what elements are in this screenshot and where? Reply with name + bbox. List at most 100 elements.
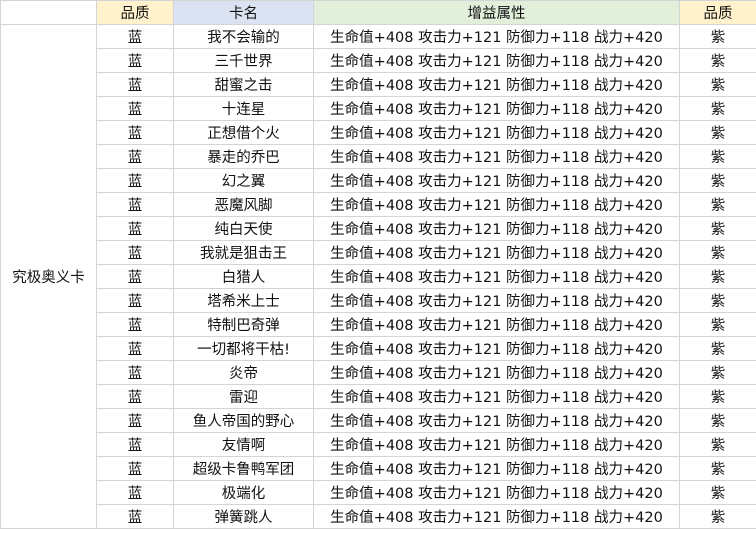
card-name-cell[interactable]: 三千世界 bbox=[173, 48, 314, 73]
quality-right-cell[interactable]: 紫 bbox=[679, 264, 756, 289]
quality-cell[interactable]: 蓝 bbox=[96, 480, 174, 505]
card-name-cell[interactable]: 友情啊 bbox=[173, 432, 314, 457]
quality-cell[interactable]: 蓝 bbox=[96, 360, 174, 385]
card-name-cell[interactable]: 雷迎 bbox=[173, 384, 314, 409]
attribute-cell[interactable]: 生命值+408 攻击力+121 防御力+118 战力+420 bbox=[313, 144, 680, 169]
table-row: 蓝友情啊 生命值+408 攻击力+121 防御力+118 战力+420 紫 bbox=[1, 432, 756, 457]
attribute-cell[interactable]: 生命值+408 攻击力+121 防御力+118 战力+420 bbox=[313, 264, 680, 289]
attribute-cell[interactable]: 生命值+408 攻击力+121 防御力+118 战力+420 bbox=[313, 192, 680, 217]
attribute-cell[interactable]: 生命值+408 攻击力+121 防御力+118 战力+420 bbox=[313, 96, 680, 121]
quality-right-cell[interactable]: 紫 bbox=[679, 120, 756, 145]
quality-cell[interactable]: 蓝 bbox=[96, 456, 174, 481]
quality-cell[interactable]: 蓝 bbox=[96, 96, 174, 121]
card-name-cell[interactable]: 极端化 bbox=[173, 480, 314, 505]
card-name-cell[interactable]: 白猎人 bbox=[173, 264, 314, 289]
quality-cell[interactable]: 蓝 bbox=[96, 240, 174, 265]
quality-right-cell[interactable]: 紫 bbox=[679, 72, 756, 97]
quality-right-cell[interactable]: 紫 bbox=[679, 216, 756, 241]
quality-right-cell[interactable]: 紫 bbox=[679, 480, 756, 505]
quality-right-cell[interactable]: 紫 bbox=[679, 384, 756, 409]
card-name-cell[interactable]: 幻之翼 bbox=[173, 168, 314, 193]
table-row: 蓝纯白天使 生命值+408 攻击力+121 防御力+118 战力+420 紫 bbox=[1, 216, 756, 241]
attribute-cell[interactable]: 生命值+408 攻击力+121 防御力+118 战力+420 bbox=[313, 336, 680, 361]
quality-right-cell[interactable]: 紫 bbox=[679, 336, 756, 361]
header-row: 品质 卡名 增益属性 品质 bbox=[0, 0, 756, 25]
table-row: 蓝十连星 生命值+408 攻击力+121 防御力+118 战力+420 紫 bbox=[1, 96, 756, 121]
quality-cell[interactable]: 蓝 bbox=[96, 24, 174, 49]
quality-right-cell[interactable]: 紫 bbox=[679, 504, 756, 529]
card-name-cell[interactable]: 鱼人帝国的野心 bbox=[173, 408, 314, 433]
attribute-cell[interactable]: 生命值+408 攻击力+121 防御力+118 战力+420 bbox=[313, 480, 680, 505]
quality-right-cell[interactable]: 紫 bbox=[679, 48, 756, 73]
attribute-cell[interactable]: 生命值+408 攻击力+121 防御力+118 战力+420 bbox=[313, 216, 680, 241]
card-name-cell[interactable]: 正想借个火 bbox=[173, 120, 314, 145]
quality-right-cell[interactable]: 紫 bbox=[679, 456, 756, 481]
card-name-cell[interactable]: 弹簧跳人 bbox=[173, 504, 314, 529]
quality-cell[interactable]: 蓝 bbox=[96, 144, 174, 169]
quality-cell[interactable]: 蓝 bbox=[96, 168, 174, 193]
quality-right-cell[interactable]: 紫 bbox=[679, 408, 756, 433]
quality-cell[interactable]: 蓝 bbox=[96, 384, 174, 409]
attribute-cell[interactable]: 生命值+408 攻击力+121 防御力+118 战力+420 bbox=[313, 360, 680, 385]
header-card-name[interactable]: 卡名 bbox=[173, 0, 314, 25]
card-name-cell[interactable]: 甜蜜之击 bbox=[173, 72, 314, 97]
attribute-cell[interactable]: 生命值+408 攻击力+121 防御力+118 战力+420 bbox=[313, 48, 680, 73]
attribute-cell[interactable]: 生命值+408 攻击力+121 防御力+118 战力+420 bbox=[313, 384, 680, 409]
quality-cell[interactable]: 蓝 bbox=[96, 312, 174, 337]
header-quality[interactable]: 品质 bbox=[96, 0, 174, 25]
attribute-cell[interactable]: 生命值+408 攻击力+121 防御力+118 战力+420 bbox=[313, 408, 680, 433]
card-name-cell[interactable]: 暴走的乔巴 bbox=[173, 144, 314, 169]
quality-right-cell[interactable]: 紫 bbox=[679, 432, 756, 457]
card-name-cell[interactable]: 我不会输的 bbox=[173, 24, 314, 49]
header-quality-right[interactable]: 品质 bbox=[679, 0, 756, 25]
quality-right-cell[interactable]: 紫 bbox=[679, 240, 756, 265]
quality-right-cell[interactable]: 紫 bbox=[679, 24, 756, 49]
table-row: 蓝特制巴奇弹 生命值+408 攻击力+121 防御力+118 战力+420 紫 bbox=[1, 312, 756, 337]
quality-cell[interactable]: 蓝 bbox=[96, 288, 174, 313]
attribute-cell[interactable]: 生命值+408 攻击力+121 防御力+118 战力+420 bbox=[313, 24, 680, 49]
quality-cell[interactable]: 蓝 bbox=[96, 120, 174, 145]
attribute-cell[interactable]: 生命值+408 攻击力+121 防御力+118 战力+420 bbox=[313, 168, 680, 193]
attribute-cell[interactable]: 生命值+408 攻击力+121 防御力+118 战力+420 bbox=[313, 120, 680, 145]
quality-cell[interactable]: 蓝 bbox=[96, 264, 174, 289]
quality-cell[interactable]: 蓝 bbox=[96, 72, 174, 97]
attribute-cell[interactable]: 生命值+408 攻击力+121 防御力+118 战力+420 bbox=[313, 504, 680, 529]
quality-right-cell[interactable]: 紫 bbox=[679, 192, 756, 217]
quality-cell[interactable]: 蓝 bbox=[96, 336, 174, 361]
quality-right-cell[interactable]: 紫 bbox=[679, 288, 756, 313]
header-bonus-attributes[interactable]: 增益属性 bbox=[313, 0, 680, 25]
table-row: 蓝弹簧跳人 生命值+408 攻击力+121 防御力+118 战力+420 紫 bbox=[1, 504, 756, 529]
attribute-cell[interactable]: 生命值+408 攻击力+121 防御力+118 战力+420 bbox=[313, 72, 680, 97]
card-name-cell[interactable]: 超级卡鲁鸭军团 bbox=[173, 456, 314, 481]
quality-right-cell[interactable]: 紫 bbox=[679, 144, 756, 169]
quality-cell[interactable]: 蓝 bbox=[96, 408, 174, 433]
quality-cell[interactable]: 蓝 bbox=[96, 432, 174, 457]
card-name-cell[interactable]: 我就是狙击王 bbox=[173, 240, 314, 265]
attribute-cell[interactable]: 生命值+408 攻击力+121 防御力+118 战力+420 bbox=[313, 288, 680, 313]
quality-cell[interactable]: 蓝 bbox=[96, 48, 174, 73]
card-name-cell[interactable]: 塔希米上士 bbox=[173, 288, 314, 313]
quality-right-cell[interactable]: 紫 bbox=[679, 312, 756, 337]
table-row: 蓝白猎人 生命值+408 攻击力+121 防御力+118 战力+420 紫 bbox=[1, 264, 756, 289]
table-row: 蓝鱼人帝国的野心 生命值+408 攻击力+121 防御力+118 战力+420 紫 bbox=[1, 408, 756, 433]
attribute-cell[interactable]: 生命值+408 攻击力+121 防御力+118 战力+420 bbox=[313, 432, 680, 457]
attribute-cell[interactable]: 生命值+408 攻击力+121 防御力+118 战力+420 bbox=[313, 456, 680, 481]
quality-right-cell[interactable]: 紫 bbox=[679, 168, 756, 193]
table-row: 蓝幻之翼 生命值+408 攻击力+121 防御力+118 战力+420 紫 bbox=[1, 168, 756, 193]
card-name-cell[interactable]: 特制巴奇弹 bbox=[173, 312, 314, 337]
quality-right-cell[interactable]: 紫 bbox=[679, 360, 756, 385]
card-name-cell[interactable]: 一切都将干枯! bbox=[173, 336, 314, 361]
attribute-cell[interactable]: 生命值+408 攻击力+121 防御力+118 战力+420 bbox=[313, 240, 680, 265]
category-cell[interactable]: 究极奥义卡 bbox=[0, 24, 97, 529]
attribute-cell[interactable]: 生命值+408 攻击力+121 防御力+118 战力+420 bbox=[313, 312, 680, 337]
card-name-cell[interactable]: 纯白天使 bbox=[173, 216, 314, 241]
quality-cell[interactable]: 蓝 bbox=[96, 192, 174, 217]
quality-right-cell[interactable]: 紫 bbox=[679, 96, 756, 121]
table-row: 蓝极端化 生命值+408 攻击力+121 防御力+118 战力+420 紫 bbox=[1, 480, 756, 505]
card-name-cell[interactable]: 恶魔风脚 bbox=[173, 192, 314, 217]
quality-cell[interactable]: 蓝 bbox=[96, 504, 174, 529]
quality-cell[interactable]: 蓝 bbox=[96, 216, 174, 241]
card-name-cell[interactable]: 十连星 bbox=[173, 96, 314, 121]
card-name-cell[interactable]: 炎帝 bbox=[173, 360, 314, 385]
header-blank-cell[interactable] bbox=[0, 0, 97, 25]
